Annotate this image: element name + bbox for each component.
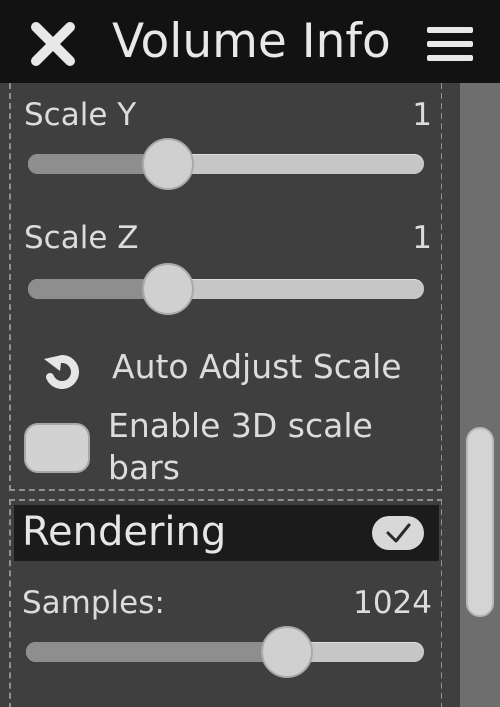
rendering-title: Rendering: [22, 509, 227, 555]
title-bar: Volume Info: [0, 0, 500, 83]
scale-bars-label: Enable 3D scale bars: [108, 406, 373, 487]
rendering-header[interactable]: Rendering: [14, 505, 439, 561]
checkmark-icon: [386, 523, 411, 543]
scale-y-slider-thumb[interactable]: [142, 138, 194, 190]
settings-panel: Scale Y 1 Scale Z 1 Auto Adjust Scale En…: [6, 83, 442, 707]
scale-bars-checkbox[interactable]: [24, 423, 90, 473]
hamburger-menu-icon: [427, 27, 473, 61]
scroll-gutter: [442, 83, 460, 707]
samples-slider[interactable]: [26, 626, 424, 678]
menu-button[interactable]: [425, 24, 475, 64]
scale-y-slider[interactable]: [28, 138, 424, 190]
rendering-toggle[interactable]: [372, 516, 424, 550]
scale-y-value: 1: [412, 97, 432, 133]
auto-adjust-scale-button[interactable]: Auto Adjust Scale: [36, 343, 426, 395]
samples-slider-thumb[interactable]: [261, 626, 313, 678]
auto-adjust-scale-label: Auto Adjust Scale: [112, 347, 402, 386]
rotate-arrow-icon: [44, 355, 79, 389]
samples-label: Samples:: [22, 585, 165, 621]
samples-slider-fill: [26, 642, 287, 662]
scrollbar-thumb[interactable]: [466, 427, 494, 617]
samples-value: 1024: [353, 585, 432, 621]
scale-z-slider[interactable]: [28, 263, 424, 315]
close-button[interactable]: [30, 21, 76, 67]
scale-z-slider-thumb[interactable]: [142, 263, 194, 315]
scale-z-value: 1: [412, 220, 432, 256]
scrollbar[interactable]: [460, 83, 500, 707]
scale-y-label: Scale Y: [24, 97, 137, 133]
window-title: Volume Info: [112, 14, 391, 69]
close-icon: [31, 22, 75, 66]
scale-z-label: Scale Z: [24, 220, 139, 256]
